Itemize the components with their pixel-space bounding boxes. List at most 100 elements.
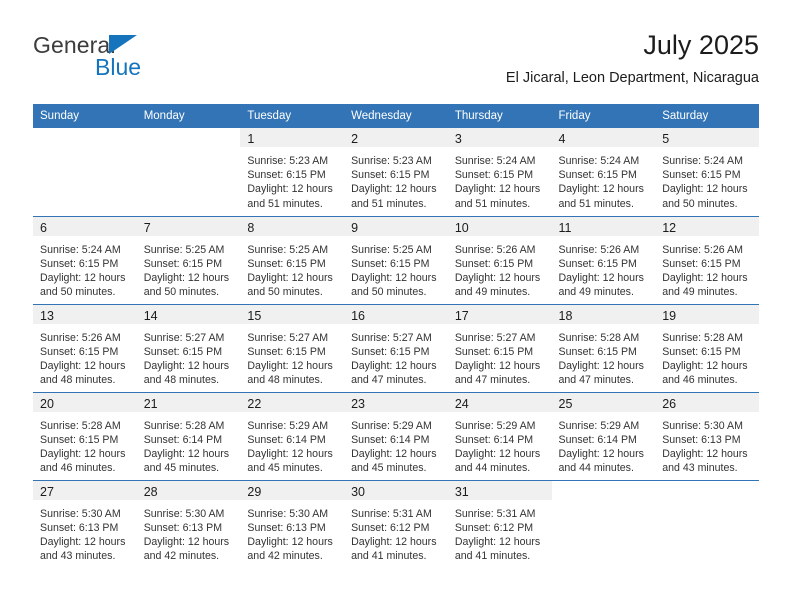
daylight-text: Daylight: 12 hours and 48 minutes. (40, 359, 126, 387)
day-number: 3 (454, 132, 462, 146)
daylight-text: Daylight: 12 hours and 51 minutes. (351, 183, 437, 210)
day-details: Sunrise: 5:30 AM Sunset: 6:13 PM Daylight:… (33, 500, 137, 564)
calendar-week-row: 6 Sunrise: 5:24 AM Sunset: 6:15 PM Daylight… (33, 215, 759, 304)
calendar-day-cell[interactable]: 18 Sunrise: 5:28 AM Sunset: 6:15 PM Dayligh… (551, 303, 656, 392)
day-number-band: 25 (551, 392, 656, 412)
day-cell-content: 12 Sunrise: 5:26 AM Sunset: 6:15 PM Dayligh… (655, 216, 759, 304)
sunset-text: Sunset: 6:15 PM (454, 169, 534, 182)
daylight-text: Daylight: 12 hours and 41 minutes. (351, 535, 437, 563)
calendar-day-cell[interactable]: 29 Sunrise: 5:30 AM Sunset: 6:13 PM Dayligh… (240, 479, 345, 568)
calendar-day-cell[interactable]: 3 Sunrise: 5:24 AM Sunset: 6:15 PM Daylight… (447, 128, 552, 216)
calendar-day-cell[interactable]: 14 Sunrise: 5:27 AM Sunset: 6:15 PM Dayligh… (136, 303, 241, 392)
calendar-day-cell[interactable]: 23 Sunrise: 5:29 AM Sunset: 6:14 PM Dayligh… (344, 391, 448, 480)
weekday-header-wednesday: Wednesday (344, 104, 448, 128)
calendar-day-cell[interactable]: 4 Sunrise: 5:24 AM Sunset: 6:15 PM Daylight… (551, 128, 656, 216)
sunrise-text: Sunrise: 5:26 AM (40, 331, 121, 344)
sunrise-text: Sunrise: 5:29 AM (247, 419, 329, 432)
day-details: Sunrise: 5:30 AM Sunset: 6:13 PM Daylight:… (240, 500, 344, 564)
day-cell-content: 23 Sunrise: 5:29 AM Sunset: 6:14 PM Dayligh… (344, 392, 448, 480)
calendar-day-cell[interactable]: 2 Sunrise: 5:23 AM Sunset: 6:15 PM Daylight… (344, 128, 448, 216)
calendar-day-cell[interactable]: 6 Sunrise: 5:24 AM Sunset: 6:15 PM Daylight… (33, 215, 137, 304)
logo-triangle-icon (109, 35, 137, 54)
calendar-day-cell[interactable]: 24 Sunrise: 5:29 AM Sunset: 6:14 PM Dayligh… (447, 391, 552, 480)
calendar-day-cell[interactable]: 20 Sunrise: 5:28 AM Sunset: 6:15 PM Dayligh… (33, 391, 137, 480)
day-details: Sunrise: 5:25 AM Sunset: 6:15 PM Daylight:… (344, 236, 448, 300)
calendar-day-cell[interactable]: 27 Sunrise: 5:30 AM Sunset: 6:13 PM Dayligh… (33, 479, 137, 568)
daylight-text: Daylight: 12 hours and 49 minutes. (454, 271, 541, 299)
day-details: Sunrise: 5:30 AM Sunset: 6:13 PM Daylight:… (137, 500, 241, 564)
daylight-text: Daylight: 12 hours and 50 minutes. (247, 271, 333, 299)
sunrise-text: Sunrise: 5:27 AM (454, 331, 536, 344)
day-number-band: 23 (344, 392, 448, 412)
day-number-band: 24 (447, 392, 552, 412)
sunset-text: Sunset: 6:15 PM (351, 345, 430, 358)
sunrise-text: Sunrise: 5:24 AM (40, 243, 121, 256)
day-number-band: 9 (344, 216, 448, 236)
day-number-band: 3 (447, 128, 552, 147)
sunset-text: Sunset: 6:12 PM (454, 521, 534, 534)
calendar-day-cell[interactable]: 17 Sunrise: 5:27 AM Sunset: 6:15 PM Dayligh… (447, 303, 552, 392)
calendar-day-cell[interactable]: 28 Sunrise: 5:30 AM Sunset: 6:13 PM Dayligh… (136, 479, 241, 568)
daylight-text: Daylight: 12 hours and 43 minutes. (662, 447, 748, 475)
calendar-day-cell[interactable]: 8 Sunrise: 5:25 AM Sunset: 6:15 PM Daylight… (240, 215, 345, 304)
day-cell-content: 21 Sunrise: 5:28 AM Sunset: 6:14 PM Dayligh… (136, 392, 241, 480)
sunset-text: Sunset: 6:15 PM (143, 345, 223, 358)
daylight-text: Daylight: 12 hours and 47 minutes. (454, 359, 541, 387)
day-number-band: 22 (240, 392, 345, 412)
calendar-day-cell[interactable]: 19 Sunrise: 5:28 AM Sunset: 6:15 PM Dayligh… (655, 303, 759, 392)
calendar-day-cell[interactable]: 15 Sunrise: 5:27 AM Sunset: 6:15 PM Dayligh… (240, 303, 345, 392)
day-cell-content: 8 Sunrise: 5:25 AM Sunset: 6:15 PM Daylight… (240, 216, 345, 304)
sunset-text: Sunset: 6:13 PM (247, 521, 326, 534)
sunrise-text: Sunrise: 5:30 AM (40, 507, 121, 520)
sunrise-text: Sunrise: 5:24 AM (662, 155, 743, 167)
calendar-day-cell[interactable]: 21 Sunrise: 5:28 AM Sunset: 6:14 PM Dayligh… (136, 391, 241, 480)
sunrise-text: Sunrise: 5:29 AM (351, 419, 432, 432)
page-header: General Blue July 2025 El Jicaral, Leon … (33, 28, 759, 98)
day-cell-content: 14 Sunrise: 5:27 AM Sunset: 6:15 PM Dayligh… (136, 304, 241, 392)
day-number: 20 (40, 396, 54, 411)
sunrise-text: Sunrise: 5:27 AM (143, 331, 225, 344)
calendar-day-cell[interactable]: 9 Sunrise: 5:25 AM Sunset: 6:15 PM Daylight… (344, 215, 448, 304)
calendar-day-cell[interactable]: 5 Sunrise: 5:24 AM Sunset: 6:15 PM Daylight… (655, 128, 759, 216)
day-details: Sunrise: 5:26 AM Sunset: 6:15 PM Daylight:… (448, 236, 552, 300)
calendar-page: General Blue July 2025 El Jicaral, Leon … (0, 0, 792, 612)
calendar-day-cell[interactable]: 16 Sunrise: 5:27 AM Sunset: 6:15 PM Dayligh… (344, 303, 448, 392)
calendar-day-cell[interactable]: 31 Sunrise: 5:31 AM Sunset: 6:12 PM Dayligh… (447, 479, 552, 568)
day-number: 14 (143, 308, 158, 323)
calendar-day-cell[interactable]: 11 Sunrise: 5:26 AM Sunset: 6:15 PM Dayligh… (551, 215, 656, 304)
day-number: 4 (558, 132, 566, 146)
calendar-day-cell[interactable]: 22 Sunrise: 5:29 AM Sunset: 6:14 PM Dayligh… (240, 391, 345, 480)
daylight-text: Daylight: 12 hours and 51 minutes. (454, 183, 541, 210)
calendar-day-cell[interactable]: 7 Sunrise: 5:25 AM Sunset: 6:15 PM Daylight… (136, 215, 241, 304)
sunrise-text: Sunrise: 5:23 AM (351, 155, 432, 167)
day-details: Sunrise: 5:24 AM Sunset: 6:15 PM Daylight:… (552, 147, 656, 211)
day-number-band: 11 (551, 216, 656, 236)
day-cell-content: 1 Sunrise: 5:23 AM Sunset: 6:15 PM Daylight… (240, 128, 345, 216)
daylight-text: Daylight: 12 hours and 45 minutes. (351, 447, 437, 475)
daylight-text: Daylight: 12 hours and 50 minutes. (143, 271, 230, 299)
daylight-text: Daylight: 12 hours and 49 minutes. (558, 271, 644, 299)
calendar-day-cell[interactable]: 26 Sunrise: 5:30 AM Sunset: 6:13 PM Dayligh… (655, 391, 759, 480)
sunset-text: Sunset: 6:15 PM (247, 345, 326, 358)
general-blue-logo[interactable]: General Blue (33, 32, 253, 88)
day-number: 18 (558, 308, 573, 323)
sunset-text: Sunset: 6:13 PM (40, 521, 119, 534)
day-number: 7 (143, 220, 151, 235)
day-cell-content: 17 Sunrise: 5:27 AM Sunset: 6:15 PM Dayligh… (447, 304, 552, 392)
weekday-header-row: Sunday Monday Tuesday Wednesday Thursday Frid… (33, 104, 759, 128)
calendar-day-cell[interactable]: 12 Sunrise: 5:26 AM Sunset: 6:15 PM Dayligh… (655, 215, 759, 304)
daylight-text: Daylight: 12 hours and 47 minutes. (558, 359, 644, 387)
calendar-day-cell[interactable]: 1 Sunrise: 5:23 AM Sunset: 6:15 PM Daylight… (240, 128, 345, 216)
calendar-day-cell[interactable]: 30 Sunrise: 5:31 AM Sunset: 6:12 PM Dayligh… (344, 479, 448, 568)
calendar-day-cell-empty (136, 128, 241, 216)
day-details: Sunrise: 5:27 AM Sunset: 6:15 PM Daylight:… (240, 324, 344, 388)
calendar-day-cell[interactable]: 10 Sunrise: 5:26 AM Sunset: 6:15 PM Dayligh… (447, 215, 552, 304)
calendar-day-cell[interactable]: 25 Sunrise: 5:29 AM Sunset: 6:14 PM Dayligh… (551, 391, 656, 480)
calendar-body: 1 Sunrise: 5:23 AM Sunset: 6:15 PM Daylight… (33, 128, 759, 568)
calendar-day-cell[interactable]: 13 Sunrise: 5:26 AM Sunset: 6:15 PM Dayligh… (33, 303, 137, 392)
daylight-text: Daylight: 12 hours and 51 minutes. (247, 183, 333, 210)
sunrise-text: Sunrise: 5:28 AM (558, 331, 640, 344)
daylight-text: Daylight: 12 hours and 45 minutes. (247, 447, 333, 475)
day-number: 11 (558, 220, 572, 235)
weekday-header-friday: Friday (551, 104, 656, 128)
